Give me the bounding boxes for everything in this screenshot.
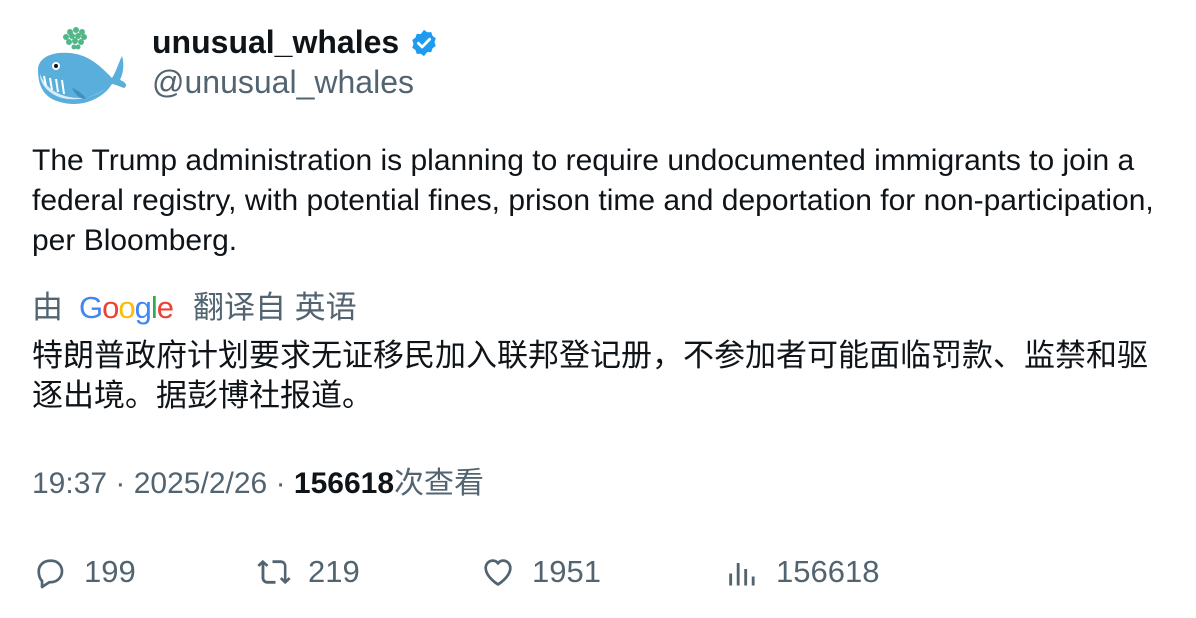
translation-suffix: 翻译自 英语	[193, 290, 357, 325]
analytics-icon	[729, 563, 755, 586]
tweet-time[interactable]: 19:37	[32, 467, 107, 500]
reply-icon	[37, 559, 64, 589]
display-name-text: unusual_whales	[152, 24, 400, 60]
reply-button[interactable]: 199	[32, 550, 136, 594]
like-count: 1951	[532, 554, 601, 589]
avatar[interactable]	[32, 26, 128, 114]
retweet-icon	[257, 559, 291, 585]
display-name[interactable]: unusual_whales	[152, 22, 439, 62]
tweet-text: The Trump administration is planning to …	[32, 144, 1154, 257]
like-button[interactable]: 1951	[480, 550, 601, 594]
views-button[interactable]: 156618	[724, 550, 879, 594]
view-count-label: 次查看	[394, 467, 484, 500]
translated-text: 特朗普政府计划要求无证移民加入联邦登记册，不参加者可能面临罚款、监禁和驱逐出境。…	[32, 338, 1148, 413]
verified-badge-icon	[409, 27, 439, 57]
meta-separator: ·	[115, 467, 134, 500]
retweet-count: 219	[308, 554, 360, 589]
views-count: 156618	[776, 554, 880, 589]
reply-count: 199	[84, 554, 136, 589]
retweet-button[interactable]: 219	[256, 550, 360, 594]
view-count: 156618	[293, 467, 394, 500]
whale-avatar-icon	[38, 27, 127, 104]
tweet-meta: 19:37 · 2025/2/26 · 156618次查看	[32, 464, 484, 504]
heart-icon	[484, 559, 512, 586]
user-handle[interactable]: @unusual_whales	[152, 62, 414, 102]
google-logo: Google	[79, 290, 174, 325]
translation-attribution: 由 Google 翻译自 英语	[32, 288, 357, 328]
tweet-date[interactable]: 2025/2/26	[134, 467, 267, 500]
translation-prefix: 由	[32, 290, 63, 325]
action-bar: 199 219 1951 156618	[32, 550, 1172, 594]
meta-separator: ·	[275, 467, 294, 500]
